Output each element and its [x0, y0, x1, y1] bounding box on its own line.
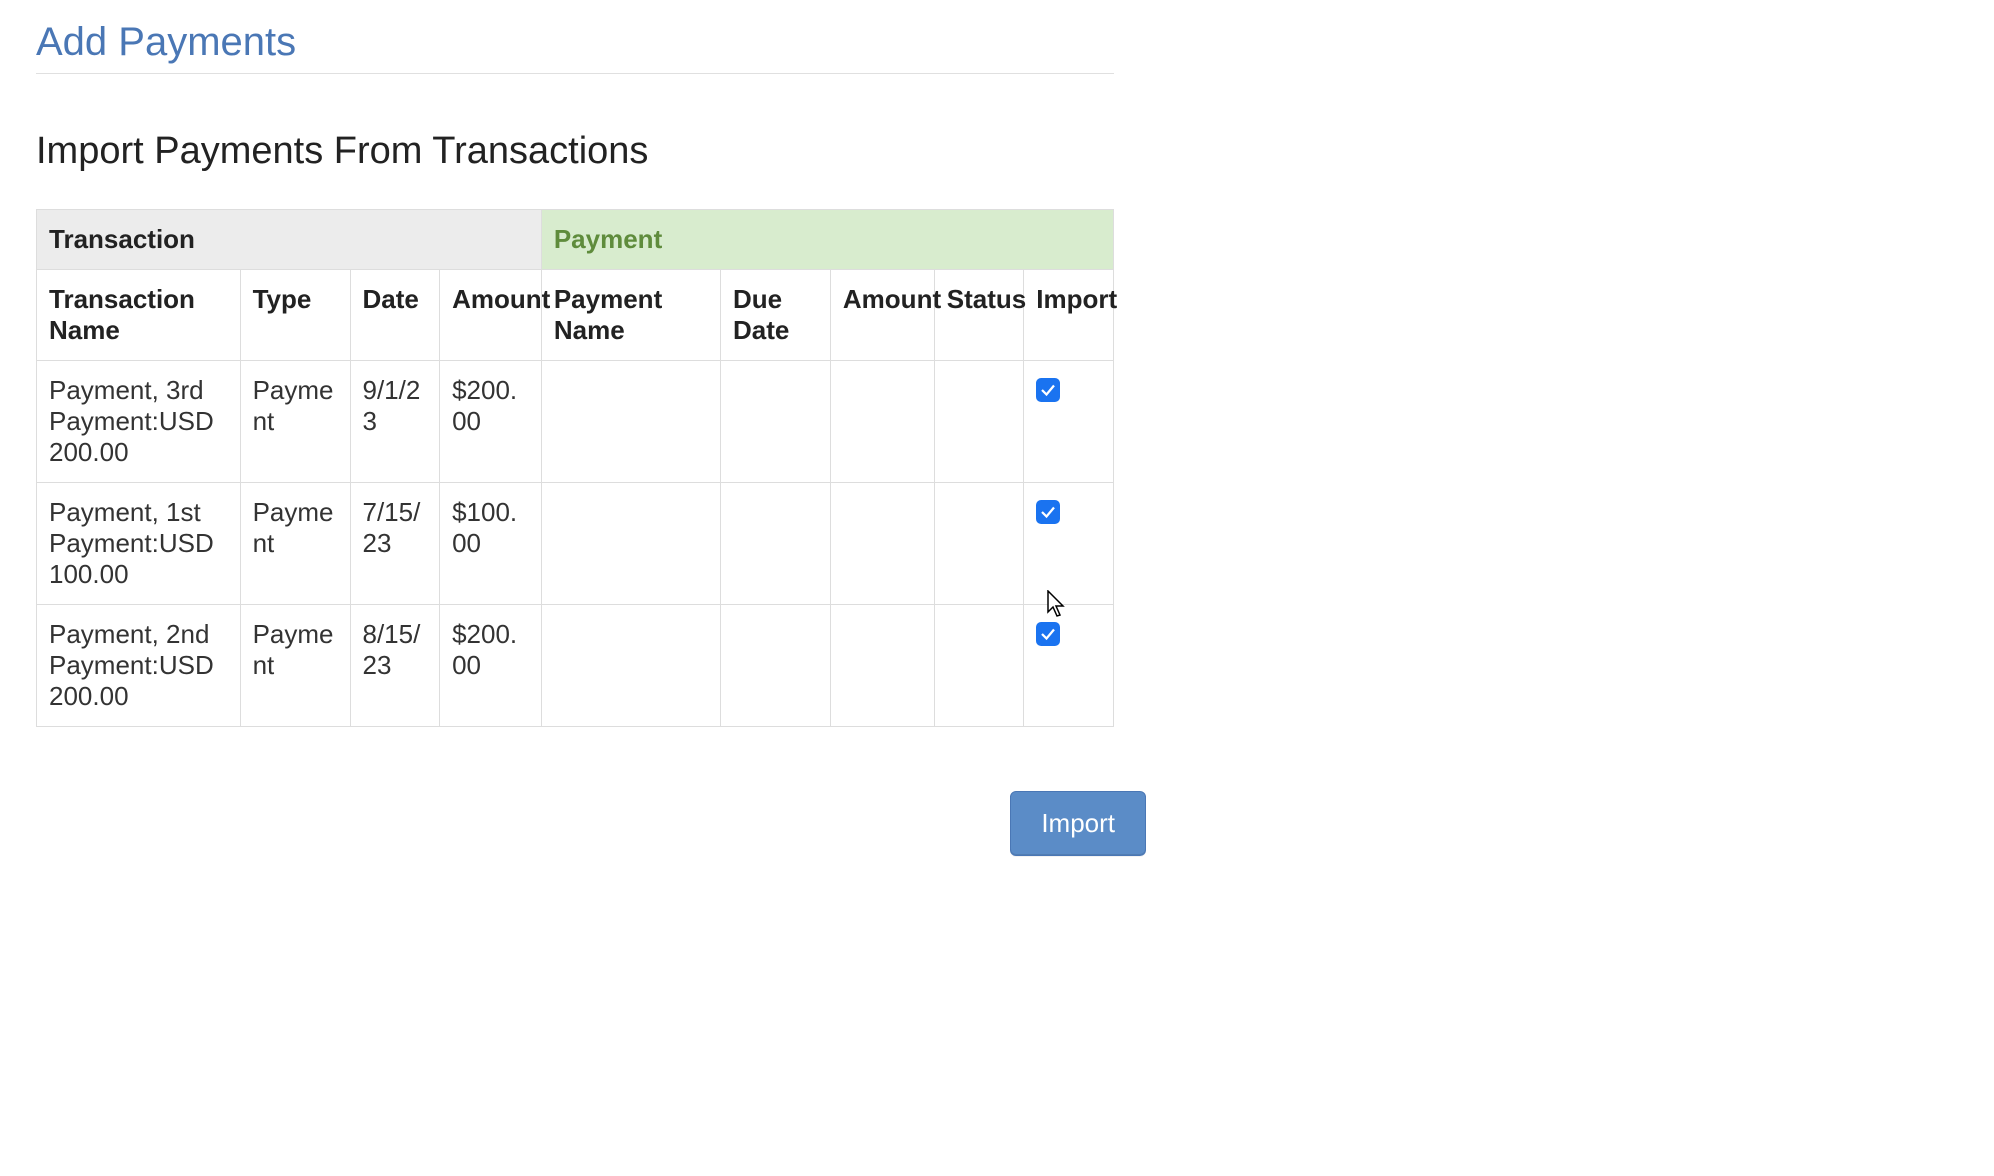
- cell-payment-amount: [830, 483, 934, 605]
- section-title: Import Payments From Transactions: [36, 130, 1958, 173]
- cell-amount: $200.00: [440, 361, 542, 483]
- page-title: Add Payments: [36, 20, 1114, 74]
- cell-type: Payment: [240, 483, 350, 605]
- cell-date: 8/15/23: [350, 605, 440, 727]
- col-payment-amount: Amount: [830, 270, 934, 361]
- checkbox-checked-icon: [1039, 503, 1057, 521]
- col-date: Date: [350, 270, 440, 361]
- col-type: Type: [240, 270, 350, 361]
- cell-due-date: [720, 361, 830, 483]
- cell-date: 7/15/23: [350, 483, 440, 605]
- group-header-transaction: Transaction: [37, 210, 542, 270]
- import-checkbox[interactable]: [1036, 378, 1060, 402]
- col-transaction-name: Transaction Name: [37, 270, 241, 361]
- import-button[interactable]: Import: [1010, 791, 1146, 856]
- cell-import: [1024, 483, 1114, 605]
- cell-amount: $200.00: [440, 605, 542, 727]
- col-payment-name: Payment Name: [541, 270, 720, 361]
- import-checkbox[interactable]: [1036, 500, 1060, 524]
- cell-date: 9/1/23: [350, 361, 440, 483]
- table-row: Payment, 3rd Payment:USD 200.00 Payment …: [37, 361, 1114, 483]
- cell-type: Payment: [240, 361, 350, 483]
- cell-transaction-name: Payment, 1st Payment:USD 100.00: [37, 483, 241, 605]
- col-due-date: Due Date: [720, 270, 830, 361]
- table-row: Payment, 2nd Payment:USD 200.00 Payment …: [37, 605, 1114, 727]
- payments-table: Transaction Payment Transaction Name Typ…: [36, 209, 1114, 727]
- cell-payment-amount: [830, 605, 934, 727]
- cell-import: [1024, 605, 1114, 727]
- col-amount: Amount: [440, 270, 542, 361]
- group-header-payment: Payment: [541, 210, 1113, 270]
- cell-status: [934, 605, 1024, 727]
- col-import: Import: [1024, 270, 1114, 361]
- cell-status: [934, 361, 1024, 483]
- checkbox-checked-icon: [1039, 625, 1057, 643]
- cell-payment-name: [541, 361, 720, 483]
- checkbox-checked-icon: [1039, 381, 1057, 399]
- cell-import: [1024, 361, 1114, 483]
- cell-transaction-name: Payment, 3rd Payment:USD 200.00: [37, 361, 241, 483]
- table-row: Payment, 1st Payment:USD 100.00 Payment …: [37, 483, 1114, 605]
- cell-amount: $100.00: [440, 483, 542, 605]
- col-status: Status: [934, 270, 1024, 361]
- cell-payment-name: [541, 605, 720, 727]
- cell-due-date: [720, 605, 830, 727]
- cell-status: [934, 483, 1024, 605]
- cell-transaction-name: Payment, 2nd Payment:USD 200.00: [37, 605, 241, 727]
- cell-type: Payment: [240, 605, 350, 727]
- cell-payment-name: [541, 483, 720, 605]
- cell-due-date: [720, 483, 830, 605]
- import-checkbox[interactable]: [1036, 622, 1060, 646]
- cell-payment-amount: [830, 361, 934, 483]
